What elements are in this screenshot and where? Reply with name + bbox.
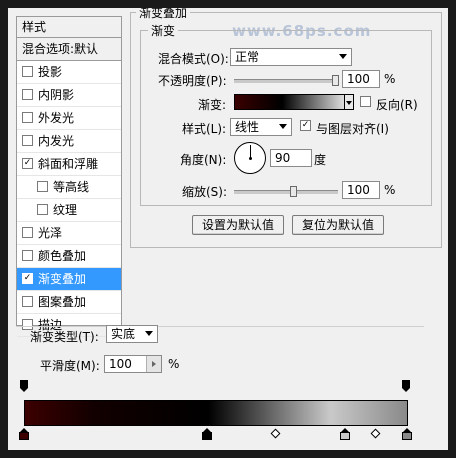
style-item-label: 渐变叠加 (38, 272, 87, 286)
style-item-color-overlay[interactable]: 颜色叠加 (17, 245, 121, 268)
gradient-style-select[interactable]: 线性 (230, 118, 292, 136)
styles-header[interactable]: 样式 (17, 17, 121, 38)
gradient-style-value: 线性 (235, 120, 260, 134)
color-stop-black[interactable] (202, 428, 212, 440)
blend-mode-label: 混合模式(O): (158, 52, 229, 66)
opacity-slider-thumb[interactable] (332, 75, 339, 86)
align-with-layer-checkbox[interactable]: ✓ (300, 120, 311, 131)
opacity-input[interactable]: 100 (342, 70, 380, 88)
style-item-label: 图案叠加 (38, 295, 87, 309)
texture-checkbox[interactable] (37, 204, 48, 215)
chevron-down-icon (145, 331, 153, 336)
blend-mode-value: 正常 (235, 50, 260, 64)
opacity-percent: % (384, 72, 396, 86)
color-overlay-checkbox[interactable] (22, 250, 33, 261)
midpoint-diamond[interactable] (370, 428, 381, 439)
contour-checkbox[interactable] (37, 181, 48, 192)
angle-input[interactable]: 90 (270, 149, 312, 167)
style-item-label: 光泽 (38, 226, 63, 240)
style-item-satin[interactable]: 光泽 (17, 222, 121, 245)
scale-percent: % (384, 183, 396, 197)
drop-shadow-checkbox[interactable] (22, 66, 33, 77)
editor-separator (16, 326, 424, 327)
reverse-label: 反向(R) (376, 98, 418, 112)
style-item-texture[interactable]: 纹理 (17, 199, 121, 222)
style-item-contour[interactable]: 等高线 (17, 176, 121, 199)
style-item-label: 外发光 (38, 111, 75, 125)
satin-checkbox[interactable] (22, 227, 33, 238)
opacity-slider[interactable] (234, 75, 339, 86)
angle-unit: 度 (314, 153, 327, 167)
bevel-emboss-checkbox[interactable]: ✓ (22, 158, 33, 169)
style-item-gradient-overlay[interactable]: ✓ 渐变叠加 (17, 268, 121, 291)
opacity-label: 不透明度(P): (158, 74, 227, 88)
gradient-subgroup-title: 渐变 (148, 22, 179, 39)
style-item-outer-glow[interactable]: 外发光 (17, 107, 121, 130)
gradient-bar[interactable] (24, 400, 408, 426)
smoothness-percent: % (168, 357, 180, 371)
scale-slider-thumb[interactable] (290, 186, 297, 197)
gradient-type-label: 渐变类型(T): (30, 330, 99, 344)
scale-slider[interactable] (234, 186, 338, 197)
gradient-type-value: 实底 (111, 327, 136, 341)
style-item-label: 斜面和浮雕 (38, 157, 99, 171)
opacity-stop-left[interactable] (20, 380, 28, 392)
midpoint-diamond[interactable] (270, 428, 281, 439)
gradient-overlay-title: 渐变叠加 (136, 8, 191, 21)
style-label: 样式(L): (182, 122, 227, 136)
style-item-drop-shadow[interactable]: 投影 (17, 61, 121, 84)
gradient-picker-dropdown[interactable] (344, 94, 354, 110)
style-item-bevel-emboss[interactable]: ✓ 斜面和浮雕 (17, 153, 121, 176)
blend-mode-select[interactable]: 正常 (230, 48, 352, 66)
chevron-down-icon (346, 101, 352, 105)
blend-options-default[interactable]: 混合选项:默认 (17, 38, 121, 61)
chevron-down-icon (279, 124, 287, 129)
style-item-label: 内发光 (38, 134, 75, 148)
style-item-pattern-overlay[interactable]: 图案叠加 (17, 291, 121, 314)
angle-label: 角度(N): (180, 153, 227, 167)
scale-input[interactable]: 100 (342, 181, 380, 199)
angle-dial[interactable] (234, 142, 266, 174)
inner-shadow-checkbox[interactable] (22, 89, 33, 100)
set-default-button[interactable]: 设置为默认值 (192, 215, 284, 235)
gradient-label: 渐变: (198, 98, 227, 112)
outer-glow-checkbox[interactable] (22, 112, 33, 123)
layer-style-panel: 样式 混合选项:默认 投影 内阴影 外发光 内发光 ✓ 斜面和浮雕 等高线 纹理 … (8, 8, 448, 450)
smoothness-label: 平滑度(M): (40, 359, 100, 373)
opacity-stop-right[interactable] (402, 380, 410, 392)
color-stop-dark-red[interactable] (19, 428, 29, 440)
style-item-label: 内阴影 (38, 88, 75, 102)
style-item-label: 投影 (38, 65, 63, 79)
angle-dial-center (249, 157, 252, 160)
style-item-inner-shadow[interactable]: 内阴影 (17, 84, 121, 107)
chevron-down-icon (339, 54, 347, 59)
pattern-overlay-checkbox[interactable] (22, 296, 33, 307)
style-item-label: 等高线 (53, 180, 90, 194)
reset-default-button[interactable]: 复位为默认值 (292, 215, 384, 235)
color-stop-gray[interactable] (402, 428, 412, 440)
scale-label: 缩放(S): (182, 185, 228, 199)
style-item-label: 颜色叠加 (38, 249, 87, 263)
style-item-label: 纹理 (53, 203, 78, 217)
reverse-checkbox[interactable] (360, 96, 371, 107)
inner-glow-checkbox[interactable] (22, 135, 33, 146)
style-list: 样式 混合选项:默认 投影 内阴影 外发光 内发光 ✓ 斜面和浮雕 等高线 纹理 … (16, 16, 122, 337)
color-stop-light-gray[interactable] (340, 428, 350, 440)
chevron-right-icon (152, 361, 156, 367)
smoothness-value: 100 (109, 357, 132, 371)
gradient-swatch[interactable] (234, 94, 354, 110)
smoothness-stepper[interactable] (146, 356, 161, 372)
gradient-type-select[interactable]: 实底 (106, 325, 158, 343)
align-with-layer-label: 与图层对齐(I) (316, 122, 389, 136)
gradient-overlay-checkbox[interactable]: ✓ (22, 273, 33, 284)
style-item-inner-glow[interactable]: 内发光 (17, 130, 121, 153)
